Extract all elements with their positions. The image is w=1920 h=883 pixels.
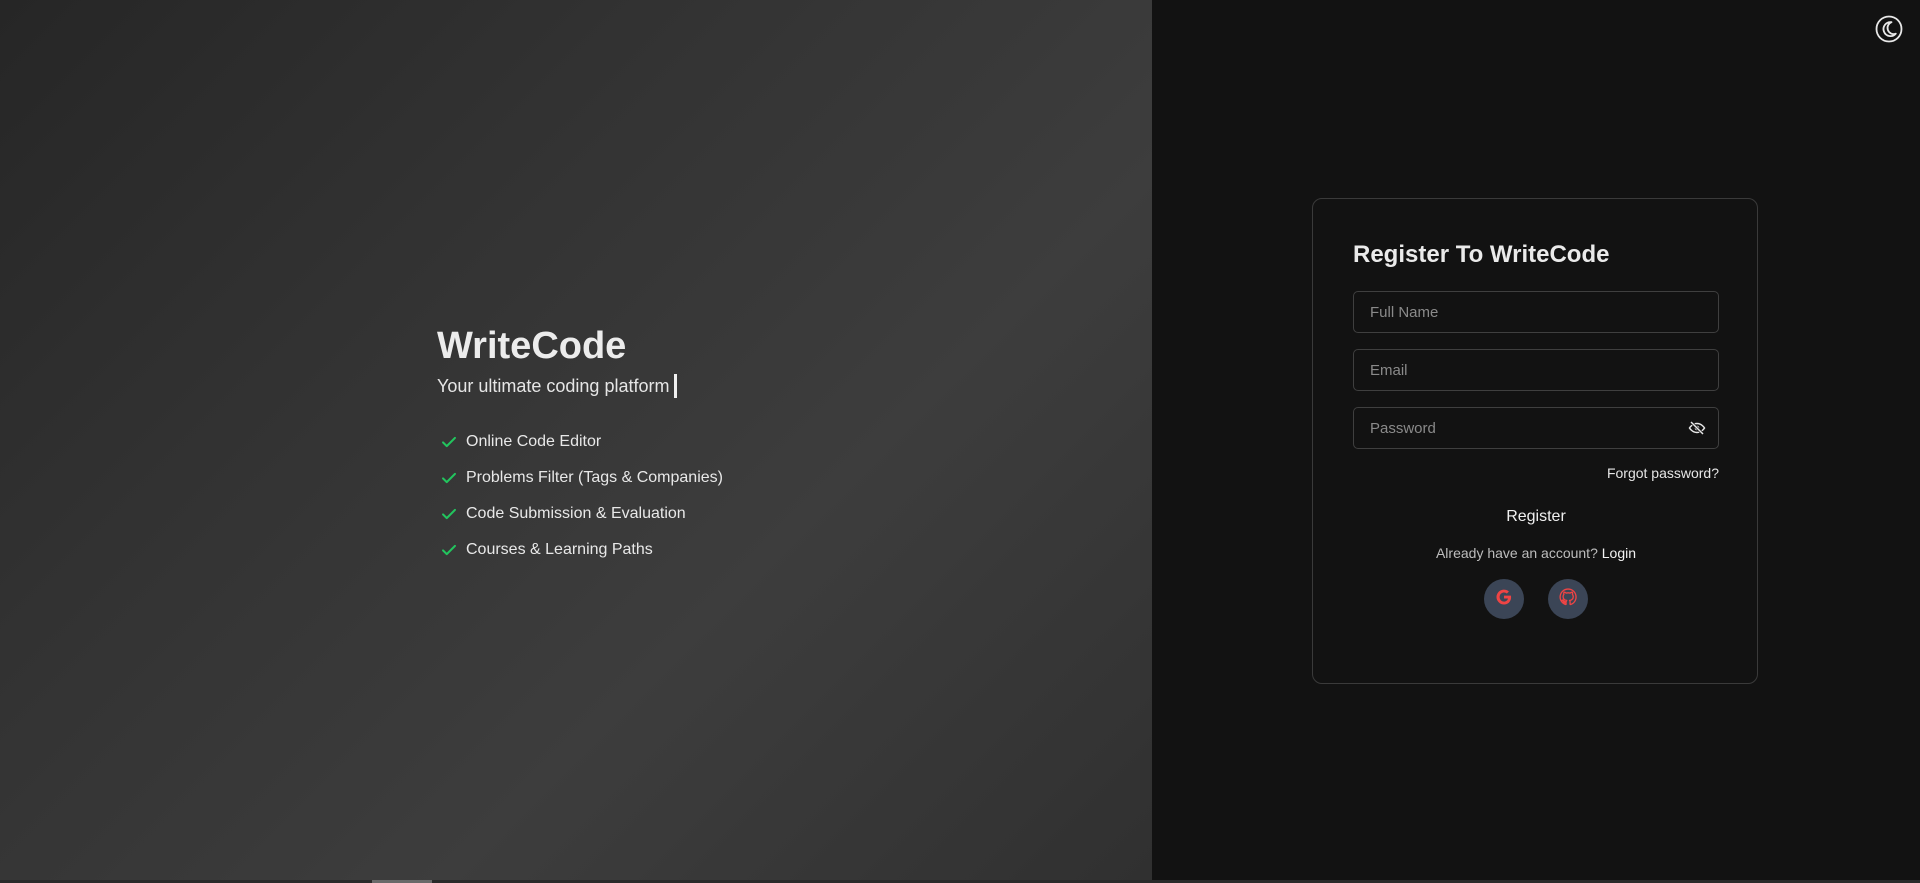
feature-item: Courses & Learning Paths <box>437 532 723 568</box>
google-icon <box>1494 587 1514 612</box>
page: WriteCode Your ultimate coding platform … <box>0 0 1920 883</box>
google-login-button[interactable] <box>1484 579 1524 619</box>
check-icon <box>440 541 458 559</box>
theme-toggle-button[interactable] <box>1874 15 1904 48</box>
feature-label: Problems Filter (Tags & Companies) <box>466 469 723 486</box>
password-field-wrapper <box>1353 407 1719 449</box>
auth-panel: Register To WriteCode Full Name Email Fo… <box>1152 0 1920 883</box>
eye-off-icon[interactable] <box>1687 418 1707 438</box>
feature-list: Online Code Editor Problems Filter (Tags… <box>437 424 723 568</box>
brand-subtitle: Your ultimate coding platform <box>437 376 670 396</box>
github-icon <box>1558 587 1578 612</box>
password-input[interactable] <box>1353 407 1719 449</box>
social-login-row <box>1353 579 1719 619</box>
feature-item: Online Code Editor <box>437 424 723 460</box>
brand-subtitle-row: Your ultimate coding platform <box>437 374 723 398</box>
check-icon <box>440 505 458 523</box>
register-title: Register To WriteCode <box>1353 241 1610 268</box>
register-card: Register To WriteCode Full Name Email Fo… <box>1312 198 1758 684</box>
feature-item: Problems Filter (Tags & Companies) <box>437 460 723 496</box>
login-prompt-text: Already have an account? <box>1435 545 1598 561</box>
moon-icon <box>1875 15 1903 48</box>
forgot-password-link[interactable]: Forgot password? <box>1607 465 1719 481</box>
feature-label: Online Code Editor <box>466 433 602 450</box>
github-login-button[interactable] <box>1548 579 1588 619</box>
hero: WriteCode Your ultimate coding platform … <box>437 322 723 568</box>
feature-label: Code Submission & Evaluation <box>466 505 686 522</box>
typing-caret <box>674 374 678 398</box>
email-input[interactable] <box>1353 349 1719 391</box>
hero-panel: WriteCode Your ultimate coding platform … <box>0 0 1152 883</box>
forgot-row: Forgot password? <box>1353 465 1719 483</box>
full-name-input[interactable] <box>1353 291 1719 333</box>
login-link[interactable]: Login <box>1602 545 1636 561</box>
feature-label: Courses & Learning Paths <box>466 541 653 558</box>
check-icon <box>440 469 458 487</box>
email-field-wrapper <box>1353 349 1719 391</box>
feature-item: Code Submission & Evaluation <box>437 496 723 532</box>
check-icon <box>440 433 458 451</box>
register-button[interactable]: Register <box>1353 499 1719 535</box>
brand-title: WriteCode <box>437 325 627 367</box>
login-prompt-row: Already have an account? Login <box>1353 545 1719 561</box>
full-name-field-wrapper <box>1353 291 1719 333</box>
